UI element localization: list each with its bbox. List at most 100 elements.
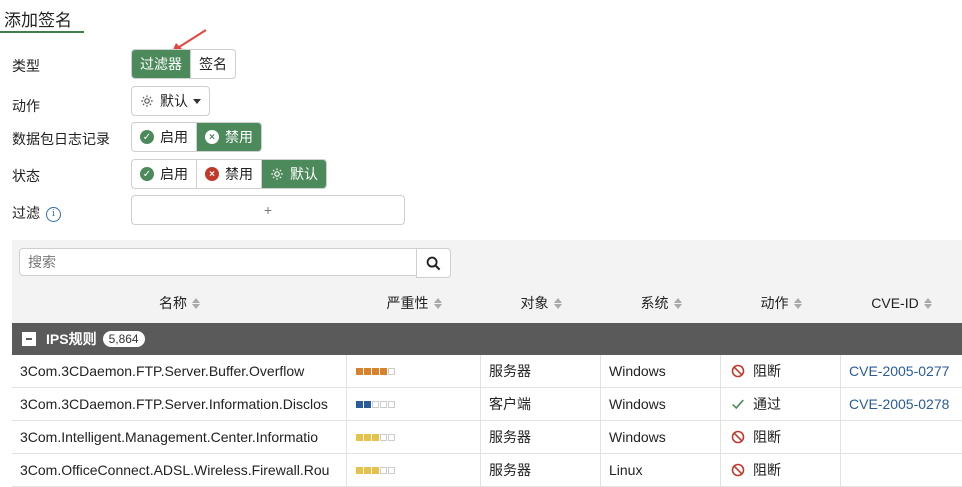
status-label: 状态: [12, 168, 40, 184]
severity-block: [372, 433, 379, 441]
packet-log-enable-label: 启用: [160, 129, 188, 145]
column-header-label: 名称: [159, 295, 187, 311]
caret-down-icon: [193, 98, 201, 104]
action-text: 阻断: [753, 462, 781, 478]
table-row[interactable]: 3Com.3CDaemon.FTP.Server.Information.Dis…: [12, 388, 962, 421]
info-icon[interactable]: i: [46, 206, 61, 222]
column-header-name[interactable]: 名称: [12, 284, 347, 322]
cell-cve: CVE-2005-0277: [841, 355, 962, 387]
column-header-label: 系统: [640, 295, 669, 311]
signature-name: 3Com.Intelligent.Management.Center.Infor…: [20, 429, 319, 445]
filter-label: 过滤: [12, 205, 40, 221]
packet-log-enable-button[interactable]: ✓ 启用: [132, 123, 197, 151]
severity-block: [364, 367, 371, 375]
severity-block: [380, 466, 387, 474]
type-label: 类型: [12, 58, 40, 74]
close-icon: ×: [205, 130, 219, 144]
severity-bar: [356, 466, 395, 474]
group-label: IPS规则: [46, 331, 97, 347]
page-title: 添加签名: [4, 11, 72, 30]
action-dropdown[interactable]: 默认: [131, 86, 210, 116]
type-filter-button[interactable]: 过滤器: [132, 50, 191, 78]
cell-target: 服务器: [481, 421, 601, 453]
column-header-action[interactable]: 动作: [721, 284, 841, 322]
packet-log-disable-label: 禁用: [225, 129, 253, 145]
cell-target: 服务器: [481, 355, 601, 387]
status-default-button[interactable]: 默认: [262, 160, 326, 188]
table-row[interactable]: 3Com.Intelligent.Management.Center.Infor…: [12, 421, 962, 454]
signature-table-panel: 名称 严重性 对象 系统 动作 CVE-ID IPS规则 5,864 3Com.…: [12, 240, 962, 487]
status-enable-button[interactable]: ✓ 启用: [132, 160, 197, 188]
action-dropdown-button[interactable]: 默认: [132, 87, 209, 115]
column-header-label: CVE-ID: [871, 295, 919, 311]
cell-action: 阻断: [721, 421, 841, 453]
cell-name: 3Com.3CDaemon.FTP.Server.Information.Dis…: [12, 388, 347, 420]
table-header: 名称 严重性 对象 系统 动作 CVE-ID: [12, 284, 962, 322]
table-row[interactable]: 3Com.OfficeConnect.ADSL.Wireless.Firewal…: [12, 454, 962, 487]
check-icon: ✓: [140, 130, 154, 144]
type-toggle: 过滤器 签名: [131, 49, 236, 79]
severity-bar: [356, 433, 395, 441]
count-badge: 5,864: [102, 331, 145, 347]
cell-severity: [347, 421, 481, 453]
sort-icon: [192, 297, 200, 309]
search-button[interactable]: [416, 248, 451, 278]
column-header-label: 对象: [520, 295, 549, 311]
action-label: 动作: [12, 98, 40, 114]
table-row[interactable]: 3Com.3CDaemon.FTP.Server.Buffer.Overflow…: [12, 355, 962, 388]
column-header-target[interactable]: 对象: [481, 284, 601, 322]
column-header-label: 动作: [760, 295, 789, 311]
cell-severity: [347, 355, 481, 387]
cell-target: 服务器: [481, 454, 601, 486]
cell-severity: [347, 454, 481, 486]
cell-cve: [841, 454, 962, 486]
packet-log-disable-button[interactable]: × 禁用: [197, 123, 261, 151]
status-disable-label: 禁用: [225, 166, 253, 182]
cve-link[interactable]: CVE-2005-0278: [849, 396, 949, 412]
status-disable-button[interactable]: × 禁用: [197, 160, 262, 188]
action-text: 阻断: [753, 363, 781, 379]
cell-cve: CVE-2005-0278: [841, 388, 962, 420]
collapse-icon[interactable]: [22, 332, 36, 346]
cell-severity: [347, 388, 481, 420]
gear-icon: [271, 168, 283, 180]
severity-block: [356, 433, 363, 441]
sort-icon: [673, 297, 682, 309]
cell-action: 阻断: [721, 355, 841, 387]
severity-block: [364, 400, 371, 408]
filter-label-wrap: 过滤 i: [12, 203, 61, 223]
table-body: 3Com.3CDaemon.FTP.Server.Buffer.Overflow…: [12, 355, 962, 487]
severity-block: [364, 466, 371, 474]
sort-icon: [793, 297, 802, 309]
block-icon: [731, 364, 745, 378]
type-signature-button[interactable]: 签名: [191, 50, 235, 78]
filter-add-button[interactable]: +: [131, 195, 405, 225]
severity-block: [388, 367, 395, 375]
column-header-cve[interactable]: CVE-ID: [841, 284, 962, 322]
column-header-os[interactable]: 系统: [601, 284, 721, 322]
severity-block: [364, 433, 371, 441]
column-header-label: 严重性: [386, 295, 429, 311]
cell-target: 客户端: [481, 388, 601, 420]
column-header-severity[interactable]: 严重性: [347, 284, 481, 322]
block-icon: [731, 430, 745, 444]
cell-name: 3Com.3CDaemon.FTP.Server.Buffer.Overflow: [12, 355, 347, 387]
signature-name: 3Com.3CDaemon.FTP.Server.Information.Dis…: [20, 396, 328, 412]
cve-link[interactable]: CVE-2005-0277: [849, 363, 949, 379]
group-row-ips-rules[interactable]: IPS规则 5,864: [12, 323, 962, 355]
severity-block: [356, 367, 363, 375]
title-underline: [0, 31, 84, 33]
search-icon: [426, 256, 441, 270]
check-icon: [731, 397, 745, 411]
close-icon: ×: [205, 167, 219, 181]
search-input[interactable]: [19, 248, 416, 276]
severity-block: [372, 367, 379, 375]
cell-name: 3Com.Intelligent.Management.Center.Infor…: [12, 421, 347, 453]
cell-action: 阻断: [721, 454, 841, 486]
severity-bar: [356, 367, 395, 375]
sort-icon: [553, 297, 562, 309]
cell-os: Windows: [601, 421, 721, 453]
packet-log-label: 数据包日志记录: [12, 131, 110, 147]
check-icon: ✓: [140, 167, 154, 181]
gear-icon: [141, 95, 153, 107]
